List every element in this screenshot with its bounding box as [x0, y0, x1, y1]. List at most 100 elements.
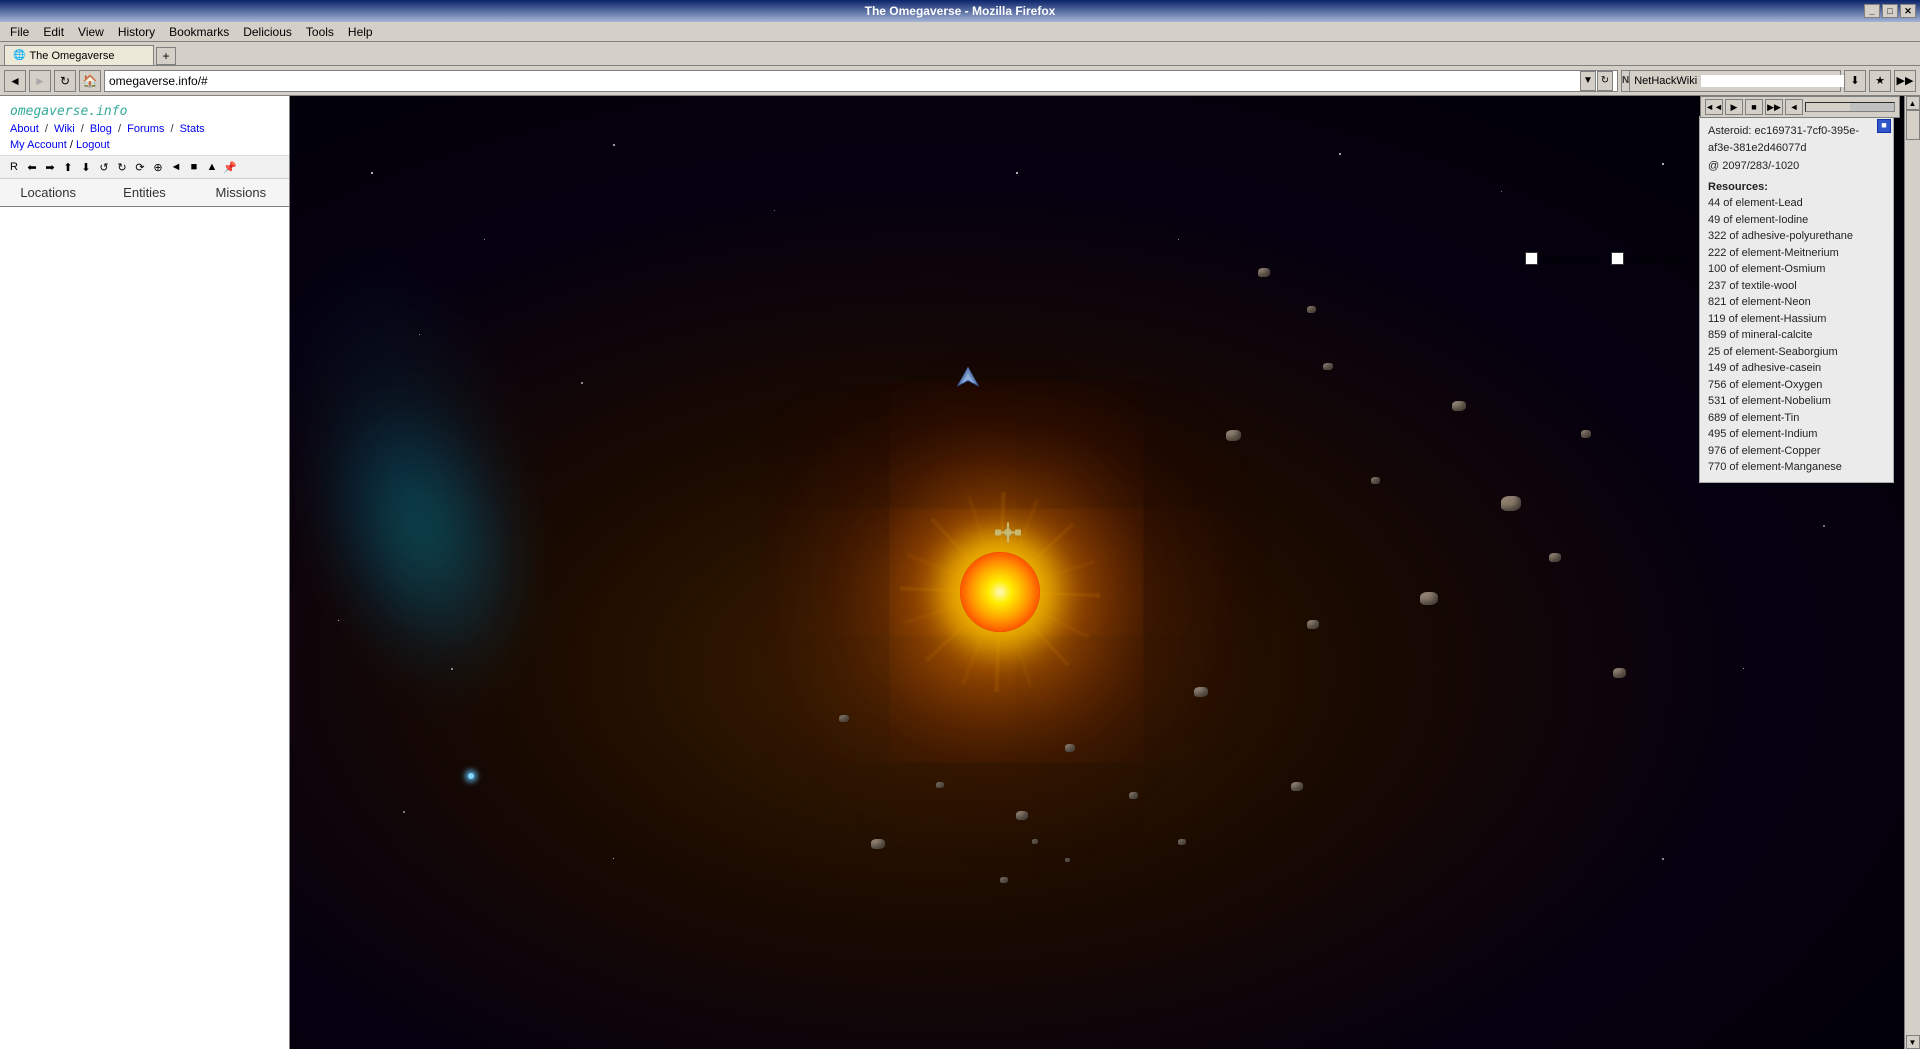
resource-item: 100 of element-Osmium [1708, 261, 1885, 278]
bookmarks-button[interactable]: ★ [1869, 70, 1891, 92]
asteroid-3 [1226, 430, 1241, 441]
toolbar-flag[interactable]: ▲ [204, 159, 220, 175]
menu-view[interactable]: View [72, 23, 110, 41]
media-next[interactable]: ▶▶ [1765, 99, 1783, 115]
forward-button[interactable]: ► [29, 70, 51, 92]
resource-item: 25 of element-Seaborgium [1708, 344, 1885, 361]
address-refresh[interactable]: ↻ [1597, 71, 1613, 91]
resources-list: 44 of element-Lead49 of element-Iodine32… [1708, 195, 1885, 476]
asteroid-13 [1016, 811, 1028, 820]
resource-item: 859 of mineral-calcite [1708, 327, 1885, 344]
toolbar: R ⬅ ➡ ⬆ ⬇ ↺ ↻ ⟳ ⊕ ◄ ■ ▲ 📌 [0, 156, 289, 179]
toggle-grid-item: toggle grid [1611, 251, 1684, 265]
logout-link[interactable]: Logout [76, 139, 110, 151]
address-arrows: ▼ ↻ [1580, 71, 1613, 91]
new-tab-button[interactable]: + [156, 47, 176, 65]
media-prev[interactable]: ◄◄ [1705, 99, 1723, 115]
toolbar-up[interactable]: ⬆ [60, 159, 76, 175]
toolbar-target[interactable]: ⊕ [150, 159, 166, 175]
asteroid-14 [1129, 792, 1138, 799]
asteroid-5 [1452, 401, 1466, 411]
toggle-grid-checkbox[interactable] [1611, 252, 1624, 265]
toolbar-pin[interactable]: 📌 [222, 159, 238, 175]
home-button[interactable]: 🏠 [79, 70, 101, 92]
nav-locations[interactable]: Locations [0, 182, 96, 203]
stats-link[interactable]: Stats [180, 123, 205, 135]
toggle-axis-checkbox[interactable] [1525, 252, 1538, 265]
address-text: omegaverse.info/# [109, 74, 1580, 88]
asteroid-24 [1307, 306, 1316, 313]
resource-item: 149 of adhesive-casein [1708, 360, 1885, 377]
asteroid-18 [1291, 782, 1303, 791]
my-account-link[interactable]: My Account [10, 139, 67, 151]
address-bar[interactable]: omegaverse.info/# ▼ ↻ [104, 70, 1618, 92]
wiki-link[interactable]: Wiki [54, 123, 75, 135]
toolbar-down[interactable]: ⬇ [78, 159, 94, 175]
media-player: ◄◄ ▶ ■ ▶▶ ◄ [1700, 96, 1900, 118]
asteroid-8 [1420, 592, 1438, 605]
media-stop[interactable]: ■ [1745, 99, 1763, 115]
game-canvas[interactable]: toggle axis toggle grid ■ Asteroid: ec16… [290, 96, 1904, 1049]
nav-entities[interactable]: Entities [96, 182, 192, 203]
toolbar-cw[interactable]: ↻ [114, 159, 130, 175]
media-play[interactable]: ▶ [1725, 99, 1743, 115]
toggle-axis-item: toggle axis [1525, 251, 1599, 265]
toolbar-r[interactable]: R [6, 159, 22, 175]
about-link[interactable]: About [10, 123, 39, 135]
window-title: The Omegaverse - Mozilla Firefox [865, 4, 1056, 18]
menu-file[interactable]: File [4, 23, 35, 41]
menu-tools[interactable]: Tools [300, 23, 340, 41]
asteroid-1 [1258, 268, 1270, 277]
menu-bookmarks[interactable]: Bookmarks [163, 23, 235, 41]
menu-edit[interactable]: Edit [37, 23, 70, 41]
asteroid-title: Asteroid: ec169731-7cf0-395e-af3e-381e2d… [1708, 123, 1885, 156]
nav-missions[interactable]: Missions [193, 182, 289, 203]
menu-delicious[interactable]: Delicious [237, 23, 298, 41]
search-bar: N NetHackWiki 🔍 [1621, 70, 1841, 92]
maximize-button[interactable]: □ [1882, 4, 1898, 18]
asteroid-9 [1307, 620, 1319, 629]
resource-item: 49 of element-Iodine [1708, 212, 1885, 229]
resource-item: 821 of element-Neon [1708, 294, 1885, 311]
back-button[interactable]: ◄ [4, 70, 26, 92]
resource-item: 976 of element-Copper [1708, 443, 1885, 460]
toggle-grid-label: toggle grid [1628, 251, 1684, 265]
resource-item: 756 of element-Oxygen [1708, 377, 1885, 394]
resource-item: 222 of element-Meitnerium [1708, 245, 1885, 262]
media-toggle[interactable]: ◄ [1785, 99, 1803, 115]
game-area[interactable]: toggle axis toggle grid ■ Asteroid: ec16… [290, 96, 1904, 1049]
close-button[interactable]: ✕ [1900, 4, 1916, 18]
search-input[interactable] [1701, 75, 1849, 87]
toolbar-stop[interactable]: ■ [186, 159, 202, 175]
menu-history[interactable]: History [112, 23, 161, 41]
toolbar-left[interactable]: ⬅ [24, 159, 40, 175]
media-slider[interactable] [1805, 102, 1895, 112]
active-tab[interactable]: 🌐 The Omegaverse [4, 45, 154, 65]
scroll-thumb[interactable] [1906, 110, 1920, 140]
site-links: About / Wiki / Blog / Forums / Stats [10, 123, 279, 135]
downloads-button[interactable]: ⬇ [1844, 70, 1866, 92]
resource-item: 770 of element-Manganese [1708, 459, 1885, 476]
scroll-down-arrow[interactable]: ▼ [1906, 1035, 1920, 1049]
menu-help[interactable]: Help [342, 23, 379, 41]
content-area: omegaverse.info About / Wiki / Blog / Fo… [0, 96, 1920, 1049]
address-dropdown[interactable]: ▼ [1580, 71, 1596, 91]
right-scrollbar: ▲ ▼ [1904, 96, 1920, 1049]
toolbar-back-arrow[interactable]: ◄ [168, 159, 184, 175]
asteroid-10 [1194, 687, 1208, 697]
window-controls[interactable]: _ □ ✕ [1864, 4, 1916, 18]
scroll-up-arrow[interactable]: ▲ [1906, 96, 1920, 110]
minimize-button[interactable]: _ [1864, 4, 1880, 18]
tabbar: 🌐 The Omegaverse + [0, 42, 1920, 66]
resource-item: 44 of element-Lead [1708, 195, 1885, 212]
blog-link[interactable]: Blog [90, 123, 112, 135]
toolbar-refresh[interactable]: ⟳ [132, 159, 148, 175]
resource-item: 237 of textile-wool [1708, 278, 1885, 295]
reload-button[interactable]: ↻ [54, 70, 76, 92]
toolbar-right[interactable]: ➡ [42, 159, 58, 175]
forums-link[interactable]: Forums [127, 123, 164, 135]
more-button[interactable]: ▶▶ [1894, 70, 1916, 92]
search-logo: N [1622, 71, 1630, 91]
toolbar-ccw[interactable]: ↺ [96, 159, 112, 175]
panel-close-button[interactable]: ■ [1877, 119, 1891, 133]
